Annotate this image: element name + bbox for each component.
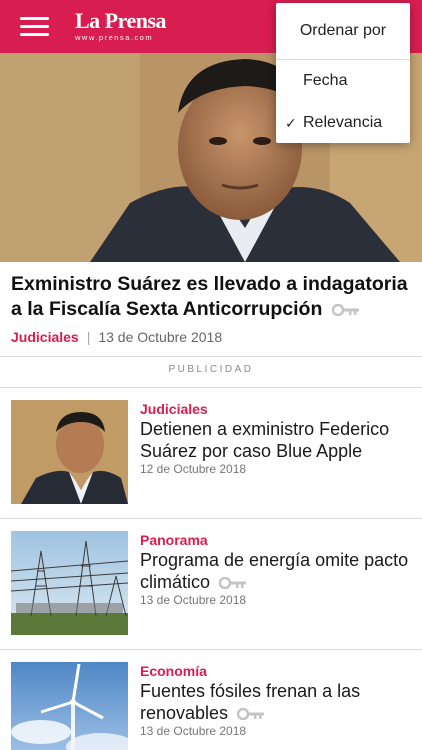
article-date: 13 de Octubre 2018: [140, 724, 247, 738]
article-date: 13 de Octubre 2018: [140, 593, 247, 607]
key-icon: [331, 303, 359, 316]
article-title[interactable]: Programa de energía omite pacto climátic…: [140, 549, 412, 593]
sort-option-fecha[interactable]: Fecha: [276, 61, 410, 101]
featured-meta: Judiciales | 13 de Octubre 2018: [11, 329, 222, 345]
article-thumbnail: [11, 400, 128, 504]
article-category[interactable]: Panorama: [140, 532, 208, 548]
logo-sub: www.prensa.com: [75, 33, 154, 42]
article-title[interactable]: Detienen a exministro Federico Suárez po…: [140, 418, 412, 462]
sort-menu: Ordenar por Fecha ✓ Relevancia: [276, 3, 410, 143]
article-category[interactable]: Judiciales: [140, 401, 208, 417]
checkmark-icon: ✓: [285, 115, 297, 131]
menu-icon[interactable]: [20, 17, 49, 37]
sort-option-label: Relevancia: [303, 114, 383, 131]
key-icon: [237, 708, 265, 721]
article-thumbnail: [11, 662, 128, 750]
article-thumbnail: [11, 531, 128, 635]
meta-separator: |: [86, 329, 91, 345]
list-item[interactable]: Judiciales Detienen a exministro Federic…: [0, 388, 422, 518]
ad-label: PUBLICIDAD: [168, 364, 254, 375]
sort-option-relevancia[interactable]: ✓ Relevancia: [276, 103, 410, 143]
featured-date: 13 de Octubre 2018: [98, 329, 223, 345]
logo[interactable]: La Prensa www.prensa.com: [75, 8, 167, 43]
key-icon: [219, 577, 247, 590]
divider: [0, 356, 422, 357]
list-item[interactable]: Economía Fuentes fósiles frenan a las re…: [0, 650, 422, 750]
article-title[interactable]: Fuentes fósiles frenan a las renovables: [140, 680, 412, 724]
list-item[interactable]: Panorama Programa de energía omite pacto…: [0, 519, 422, 649]
sort-menu-divider: [276, 59, 410, 60]
featured-headline[interactable]: Exministro Suárez es llevado a indagator…: [11, 272, 411, 322]
article-date: 12 de Octubre 2018: [140, 462, 247, 476]
sort-menu-title: Ordenar por: [299, 22, 387, 39]
featured-category[interactable]: Judiciales: [11, 329, 79, 345]
logo-main: La Prensa: [75, 8, 167, 33]
article-title-text: Programa de energía omite pacto climátic…: [140, 550, 409, 592]
sort-option-label: Fecha: [303, 72, 348, 89]
article-category[interactable]: Economía: [140, 663, 207, 679]
